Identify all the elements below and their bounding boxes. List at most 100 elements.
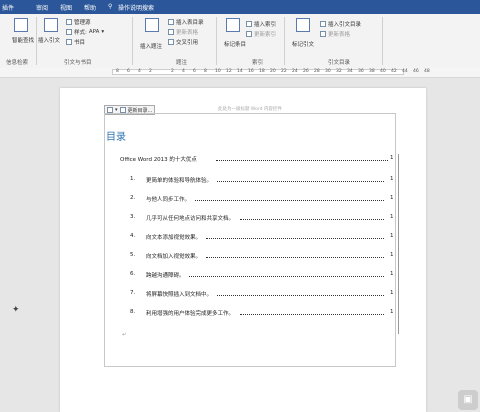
chevron-down-icon: ▾ — [101, 29, 105, 35]
ruler-number: 28 — [314, 69, 320, 74]
toc-leader — [206, 257, 384, 258]
update-icon — [168, 29, 174, 35]
ruler-number: 12 — [226, 69, 232, 74]
insert-table-of-authorities-button[interactable]: 插入引文目录 — [320, 20, 361, 28]
toc-entry[interactable]: 6. 跨越沟通障碍。 1 — [130, 271, 396, 281]
ruler-number: 2 — [171, 69, 174, 74]
ruler-number: 40 — [380, 69, 386, 74]
toc-entry-number: 5. — [130, 252, 136, 258]
group-label-index: 索引 — [252, 60, 264, 66]
toc-entry[interactable]: 2. 与他人同步工作。 1 — [130, 195, 396, 205]
toc-heading-row[interactable]: Office Word 2013 的十大优点 1 — [120, 155, 396, 165]
ruler-number: 32 — [336, 69, 342, 74]
smart-lookup-icon — [14, 18, 28, 32]
toc-entry[interactable]: 4. 向文本添加视觉效果。 1 — [130, 233, 396, 243]
ruler-number: 34 — [347, 69, 353, 74]
group-separator — [382, 17, 383, 65]
insert-table-of-figures-button[interactable]: 插入表目录 — [168, 18, 204, 26]
ruler-number: 22 — [281, 69, 287, 74]
toc-leader — [239, 314, 384, 315]
group-label-citations: 引文与书目 — [64, 60, 92, 66]
ruler-number: 8 — [204, 69, 207, 74]
toc-page-number: 1 — [390, 214, 394, 220]
manage-sources-icon — [66, 19, 72, 25]
table-of-authorities-icon — [320, 21, 326, 27]
mark-entry-button[interactable]: 标记条目 — [224, 40, 246, 48]
insert-index-button[interactable]: 插入索引 — [246, 20, 276, 28]
tell-me-search[interactable]: 操作说明搜索 — [118, 3, 154, 12]
insert-citation-button[interactable]: 插入引文 — [38, 36, 60, 44]
ruler-number: 10 — [215, 69, 221, 74]
style-icon — [66, 29, 72, 35]
toc-leader — [189, 276, 384, 277]
ruler-number: 20 — [270, 69, 276, 74]
group-separator — [132, 17, 133, 65]
ruler-number: 4 — [138, 69, 141, 74]
toc-entry-text: 几乎可从任何地点访问和共享文档。 — [146, 216, 235, 222]
insert-citation-icon — [44, 18, 58, 32]
insert-caption-button[interactable]: 插入题注 — [140, 42, 162, 50]
tab-review[interactable]: 审阅 — [36, 3, 48, 12]
ruler-number: 6 — [127, 69, 130, 74]
toc-entry[interactable]: 1. 更简单的体验和导航体验。 1 — [130, 176, 396, 186]
update-index-button[interactable]: 更新索引 — [246, 30, 276, 38]
mark-citation-icon — [296, 18, 310, 32]
smart-lookup-button[interactable]: 智能查找 — [12, 36, 34, 44]
toc-leader — [194, 200, 384, 201]
bibliography-button[interactable]: 书目 — [66, 38, 85, 46]
update-authorities-button[interactable]: 更新表格 — [320, 30, 350, 38]
cross-reference-button[interactable]: 交叉引用 — [168, 38, 198, 46]
toc-page-number: 1 — [390, 252, 394, 258]
toc-leader — [217, 181, 384, 182]
header-note: 此处为一级标题 Word 内容控件 — [218, 107, 282, 112]
ruler-number: 36 — [358, 69, 364, 74]
tab-view[interactable]: 视图 — [60, 3, 72, 12]
group-separator — [36, 17, 37, 65]
manage-sources-button[interactable]: 管理源 — [66, 18, 91, 26]
toc-entry-text: 与他人同步工作。 — [146, 197, 191, 203]
bibliography-icon — [66, 39, 72, 45]
ruler-number: 48 — [424, 69, 430, 74]
update-table-button[interactable]: 更新表格 — [168, 28, 198, 36]
toc-entry-number: 1. — [130, 176, 136, 182]
mouse-cursor-icon: ✦ — [12, 305, 20, 315]
toc-entry[interactable]: 7. 将屏幕快照插入到文档中。 1 — [130, 290, 396, 300]
horizontal-ruler[interactable]: 8 6 4 2 2 4 6 8 10 12 14 16 18 20 22 24 26 28 30 32 34 36 38 40… — [0, 68, 480, 78]
ruler-number: 26 — [303, 69, 309, 74]
group-separator — [216, 17, 217, 65]
update-index-icon — [246, 31, 252, 37]
toc-entry-number: 6. — [130, 271, 136, 277]
search-icon[interactable]: ⚲ — [108, 3, 112, 10]
ruler-number: 18 — [259, 69, 265, 74]
toc-page-number: 1 — [390, 290, 394, 296]
document-canvas[interactable]: ▾ 更新目录... 此处为一级标题 Word 内容控件 目录 Office Wo… — [0, 78, 480, 412]
toc-entry[interactable]: 3. 几乎可从任何地点访问和共享文档。 1 — [130, 214, 396, 224]
group-label-authorities: 引文目录 — [328, 60, 351, 66]
toc-entry-number: 7. — [130, 290, 136, 296]
ribbon-references: 智能查找 信息检索 插入引文 管理源 样式: APA ▾ 书目 引文与书目 插入题注… — [0, 14, 480, 69]
toc-entry-text: 更简单的体验和导航体验。 — [146, 178, 213, 184]
mark-citation-button[interactable]: 标记引文 — [292, 40, 314, 48]
insert-caption-icon — [145, 18, 159, 32]
watermark-logo: ▣ — [458, 390, 478, 410]
toc-page-number: 1 — [390, 271, 394, 277]
citation-style-select[interactable]: 样式: APA ▾ — [66, 28, 104, 36]
tab-plugins[interactable]: 插件 — [2, 3, 14, 12]
ruler-number: 30 — [325, 69, 331, 74]
toc-page-number: 1 — [390, 233, 394, 239]
toc-entry-text: 向文本添加视觉效果。 — [146, 235, 202, 241]
toc-leader — [239, 219, 384, 220]
document-page[interactable]: ▾ 更新目录... 此处为一级标题 Word 内容控件 目录 Office Wo… — [60, 88, 426, 412]
toc-entry[interactable]: 8. 利用增强的用户体验完成更多工作。 1 — [130, 309, 396, 319]
toc-leader — [217, 295, 384, 296]
ruler-number: 38 — [369, 69, 375, 74]
tab-help[interactable]: 帮助 — [84, 3, 96, 12]
toc-entry[interactable]: 5. 向文档加入视觉效果。 1 — [130, 252, 396, 262]
group-label-research: 信息检索 — [6, 60, 29, 66]
toc-bracket — [394, 154, 399, 334]
toc-heading-text: Office Word 2013 的十大优点 — [120, 157, 197, 163]
toc-entry-text: 跨越沟通障碍。 — [146, 273, 185, 279]
table-of-figures-icon — [168, 19, 174, 25]
toc-entry-number: 2. — [130, 195, 136, 201]
toc-entry-text: 利用增强的用户体验完成更多工作。 — [146, 311, 235, 317]
